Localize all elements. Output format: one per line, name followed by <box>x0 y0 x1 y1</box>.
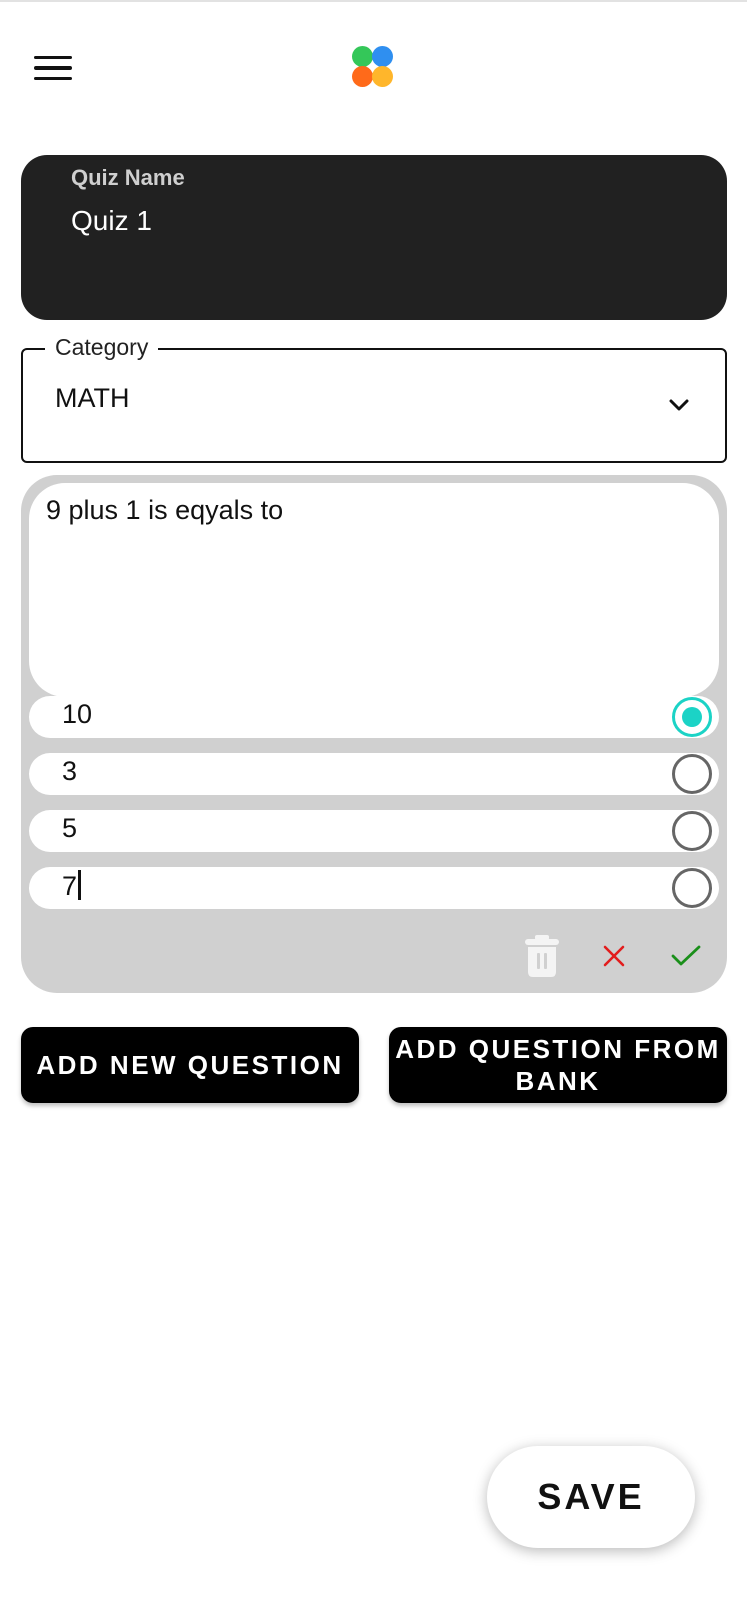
answer-option-text-editing[interactable]: 7 <box>62 870 82 902</box>
category-dropdown[interactable]: Category MATH <box>21 334 727 463</box>
add-question-from-bank-button[interactable]: ADD QUESTION FROM BANK <box>389 1027 727 1103</box>
answer-option-text[interactable]: 10 <box>62 699 92 730</box>
add-new-question-button[interactable]: ADD NEW QUESTION <box>21 1027 359 1103</box>
correct-answer-radio[interactable] <box>672 754 712 794</box>
category-selected-value: MATH <box>55 383 130 413</box>
check-icon[interactable] <box>667 933 705 979</box>
answer-option-3[interactable]: 5 <box>29 810 719 852</box>
correct-answer-radio[interactable] <box>672 811 712 851</box>
question-text-input[interactable]: 9 plus 1 is eqyals to <box>29 483 719 697</box>
correct-answer-radio[interactable] <box>672 697 712 737</box>
answer-option-text[interactable]: 5 <box>62 813 77 844</box>
trash-icon[interactable] <box>523 933 561 979</box>
quiz-name-input[interactable] <box>71 205 631 237</box>
status-divider <box>0 0 747 2</box>
hamburger-menu-icon[interactable] <box>34 50 80 86</box>
answer-option-text: 7 <box>62 871 78 901</box>
chevron-down-icon <box>669 399 689 411</box>
category-label: Category <box>45 334 159 361</box>
close-icon[interactable] <box>595 933 633 979</box>
answer-option-1[interactable]: 10 <box>29 696 719 738</box>
quiz-name-field[interactable]: Quiz Name <box>21 155 727 320</box>
quiz-name-label: Quiz Name <box>71 165 185 190</box>
save-button[interactable]: SAVE <box>487 1446 695 1548</box>
correct-answer-radio[interactable] <box>672 868 712 908</box>
app-logo-icon <box>352 46 396 90</box>
answer-option-2[interactable]: 3 <box>29 753 719 795</box>
question-card: 9 plus 1 is eqyals to 10 3 5 7 <box>21 475 727 993</box>
text-cursor <box>78 870 82 900</box>
answer-option-4[interactable]: 7 <box>29 867 719 909</box>
answer-option-text[interactable]: 3 <box>62 756 77 787</box>
question-actions <box>523 933 705 979</box>
